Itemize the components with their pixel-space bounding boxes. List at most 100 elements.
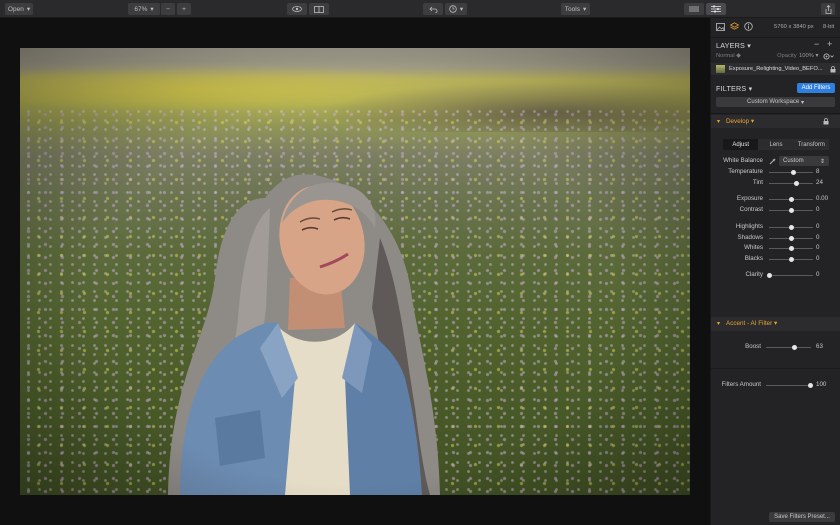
slider-label: Shadows	[737, 234, 763, 241]
slider-label: Exposure	[736, 195, 763, 202]
split-view-icon	[314, 5, 324, 13]
history-button[interactable]: ▾	[445, 3, 467, 15]
slider-knob[interactable]	[788, 256, 794, 262]
zoom-out-button[interactable]: −	[161, 3, 175, 15]
sliders-icon	[711, 5, 721, 13]
slider-clarity[interactable]: Clarity 0	[711, 270, 840, 280]
slider-knob[interactable]	[793, 180, 799, 186]
share-button[interactable]	[821, 3, 835, 15]
panel-header-row: 5760 x 3840 px 8-bit	[711, 22, 840, 34]
add-layer-icon[interactable]: +	[827, 39, 832, 49]
open-button[interactable]: Open ▾	[5, 3, 33, 15]
chevron-down-icon: ▾	[150, 6, 154, 13]
gear-icon[interactable]	[823, 53, 834, 60]
opacity-value[interactable]: 100% ▾	[799, 53, 818, 59]
divider	[711, 368, 840, 369]
develop-tabs: Adjust Lens Transform	[723, 139, 829, 150]
develop-title: Develop ▾	[726, 117, 755, 125]
slider-label: Blacks	[744, 255, 763, 262]
bit-depth: 8-bit	[823, 24, 835, 30]
blend-mode-dropdown[interactable]: Normal ◆	[716, 53, 741, 59]
slider-track[interactable]	[769, 274, 813, 276]
filters-title[interactable]: FILTERS ▾	[716, 84, 752, 93]
develop-title-text: Develop	[726, 117, 750, 125]
slider-contrast[interactable]: Contrast 0	[711, 205, 840, 215]
undo-button[interactable]	[423, 3, 443, 15]
image-canvas[interactable]	[0, 18, 710, 525]
accent-title: Accent - AI Filter ▾	[726, 320, 778, 327]
tab-lens[interactable]: Lens	[758, 139, 794, 150]
blend-mode-value: Normal	[716, 53, 735, 59]
tools-label: Tools	[564, 5, 580, 13]
slider-exposure[interactable]: Exposure 0.00	[711, 194, 840, 204]
info-icon[interactable]	[744, 22, 753, 31]
tools-dropdown[interactable]: Tools ▾	[561, 3, 590, 15]
collapse-arrow-icon[interactable]: ▾	[717, 118, 720, 125]
slider-boost[interactable]: Boost 63	[711, 342, 840, 352]
layer-thumbnail	[716, 65, 725, 73]
layers-icon[interactable]	[730, 22, 739, 31]
accent-section-header[interactable]: ▾ Accent - AI Filter ▾	[711, 317, 840, 331]
slider-label: Whites	[744, 244, 763, 251]
remove-layer-icon[interactable]: −	[814, 39, 819, 49]
preview-button[interactable]	[287, 3, 307, 15]
chevron-updown-icon: ⇕	[819, 158, 825, 165]
image-icon[interactable]	[716, 23, 725, 31]
slider-label: Temperature	[728, 168, 763, 175]
slider-value: 0.00	[816, 195, 829, 202]
lock-icon[interactable]	[830, 65, 836, 73]
workspace-dropdown[interactable]: Custom Workspace ▾	[716, 97, 835, 107]
eyedropper-icon[interactable]	[769, 158, 776, 165]
slider-tint[interactable]: Tint 24	[711, 178, 840, 188]
white-balance-dropdown[interactable]: Custom ⇕	[779, 156, 829, 166]
tab-adjust[interactable]: Adjust	[723, 139, 759, 150]
develop-section-header[interactable]: ▾ Develop ▾	[711, 115, 840, 128]
slider-value: 8	[816, 168, 820, 175]
filters-header: FILTERS ▾ Add Filters	[711, 82, 840, 95]
slider-knob[interactable]	[788, 224, 794, 230]
slider-value: 24	[816, 179, 823, 186]
tab-transform[interactable]: Transform	[793, 139, 829, 150]
list-icon	[689, 6, 699, 12]
slider-label: Boost	[745, 343, 761, 350]
accent-title-text: Accent - AI Filter	[726, 320, 773, 327]
chevron-down-icon: ▾	[26, 6, 31, 13]
zoom-in-button[interactable]: +	[177, 3, 191, 15]
edit-panel: 5760 x 3840 px 8-bit LAYERS ▾ − + Normal…	[710, 18, 840, 525]
collapse-arrow-icon[interactable]: ▾	[717, 320, 720, 327]
slider-label: Highlights	[735, 223, 763, 230]
slider-knob[interactable]	[791, 344, 797, 350]
lock-icon[interactable]	[823, 118, 829, 125]
slider-knob[interactable]	[790, 169, 796, 175]
zoom-value: 67%	[134, 5, 148, 13]
layers-title[interactable]: LAYERS ▾	[716, 41, 751, 50]
presets-panel-button[interactable]	[684, 3, 704, 15]
slider-track[interactable]	[766, 346, 811, 348]
slider-knob[interactable]	[788, 196, 794, 202]
filters-title-text: FILTERS	[716, 84, 747, 93]
slider-filters-amount[interactable]: Filters Amount 100	[711, 380, 840, 390]
chevron-down-icon: ▾	[582, 6, 587, 13]
slider-knob[interactable]	[766, 272, 772, 278]
slider-knob[interactable]	[788, 235, 794, 241]
layer-item[interactable]: Exposure_Relighting_Video_BEFO...	[711, 63, 840, 75]
compare-button[interactable]	[309, 3, 329, 15]
white-balance-value: Custom	[783, 158, 804, 164]
slider-blacks[interactable]: Blacks 0	[711, 254, 840, 264]
slider-knob[interactable]	[807, 382, 813, 388]
slider-label: Tint	[752, 179, 763, 186]
slider-whites[interactable]: Whites 0	[711, 243, 840, 253]
edit-panel-button[interactable]	[706, 3, 726, 15]
slider-track[interactable]	[766, 384, 810, 386]
slider-highlights[interactable]: Highlights 0	[711, 222, 840, 232]
slider-knob[interactable]	[788, 245, 794, 251]
zoom-dropdown[interactable]: 67% ▾	[128, 3, 160, 15]
slider-knob[interactable]	[788, 207, 794, 213]
slider-track[interactable]	[769, 182, 813, 184]
slider-temperature[interactable]: Temperature 8	[711, 167, 840, 177]
add-filters-button[interactable]: Add Filters	[797, 83, 835, 93]
slider-value: 100	[816, 381, 827, 388]
photo-preview[interactable]	[20, 48, 690, 495]
save-filters-preset-button[interactable]: Save Filters Preset...	[769, 512, 835, 522]
slider-shadows[interactable]: Shadows 0	[711, 233, 840, 243]
